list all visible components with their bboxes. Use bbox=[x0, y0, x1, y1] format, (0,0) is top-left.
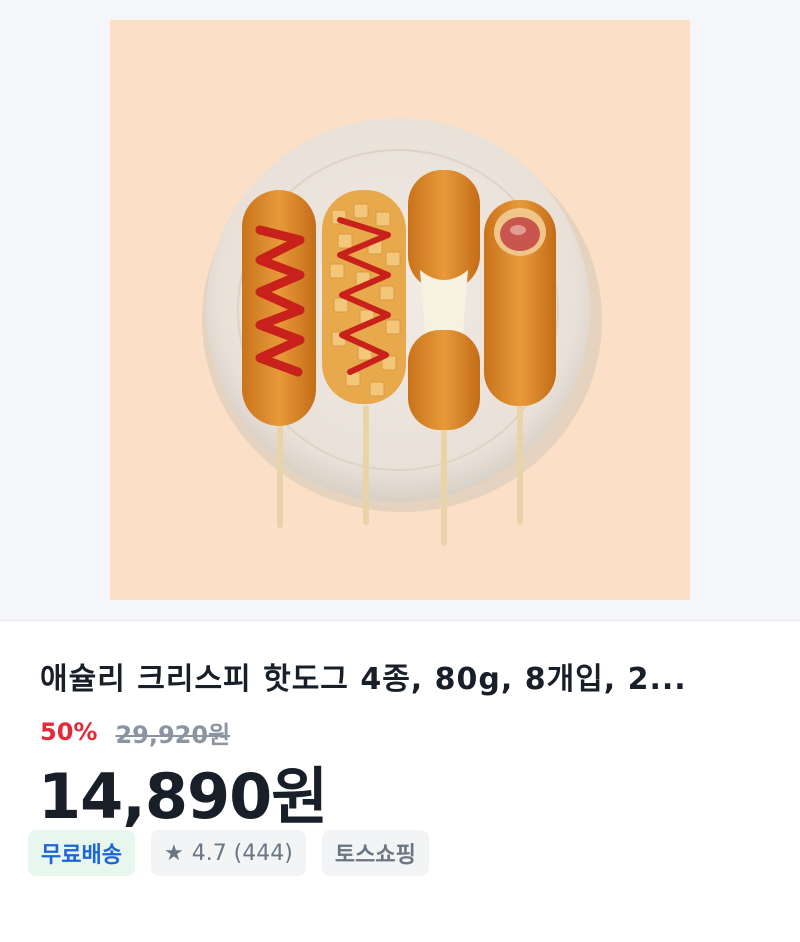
store-badge[interactable]: 토스쇼핑 bbox=[321, 830, 429, 876]
sale-price: 14,890원 bbox=[38, 760, 328, 833]
product-title[interactable]: 애슐리 크리스피 핫도그 4종, 80g, 8개입, 2... bbox=[40, 661, 740, 699]
store-name: 토스쇼핑 bbox=[334, 843, 416, 868]
badge-row: 무료배송 ★ 4.7 (444) 토스쇼핑 bbox=[28, 830, 429, 876]
free-shipping-badge: 무료배송 bbox=[28, 830, 135, 876]
free-shipping-label: 무료배송 bbox=[41, 843, 122, 868]
price-row: 50% 29,920원 bbox=[40, 715, 230, 749]
original-price: 29,920원 bbox=[115, 720, 231, 749]
rating-value: 4.7 (444) bbox=[191, 840, 293, 866]
product-image[interactable] bbox=[110, 20, 690, 600]
discount-rate: 50% bbox=[40, 718, 98, 746]
star-icon: ★ bbox=[163, 840, 184, 866]
product-image-area bbox=[0, 0, 800, 621]
rating-badge[interactable]: ★ 4.7 (444) bbox=[150, 830, 306, 876]
